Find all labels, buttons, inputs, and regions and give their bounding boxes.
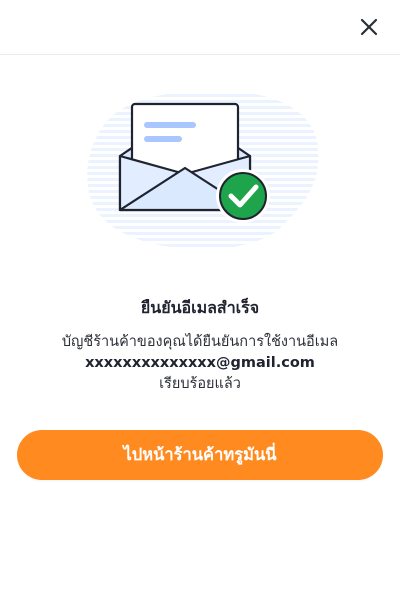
envelope-checkmark-icon — [87, 91, 319, 250]
go-to-store-button[interactable]: ไปหน้าร้านค้าทรูมันนี่ — [17, 430, 383, 480]
verified-email: xxxxxxxxxxxxxx@gmail.com — [85, 355, 315, 371]
message-line-done: เรียบร้อยแล้ว — [159, 376, 241, 392]
email-verified-illustration — [70, 70, 330, 260]
success-title: ยืนยันอีเมลสำเร็จ — [140, 298, 260, 317]
close-icon — [360, 18, 378, 36]
close-button[interactable] — [356, 14, 382, 40]
message-line-account: บัญชีร้านค้าของคุณได้ยืนยันการใช้งานอีเม… — [61, 334, 339, 350]
success-message: บัญชีร้านค้าของคุณได้ยืนยันการใช้งานอีเม… — [20, 332, 380, 395]
top-bar — [0, 0, 400, 55]
